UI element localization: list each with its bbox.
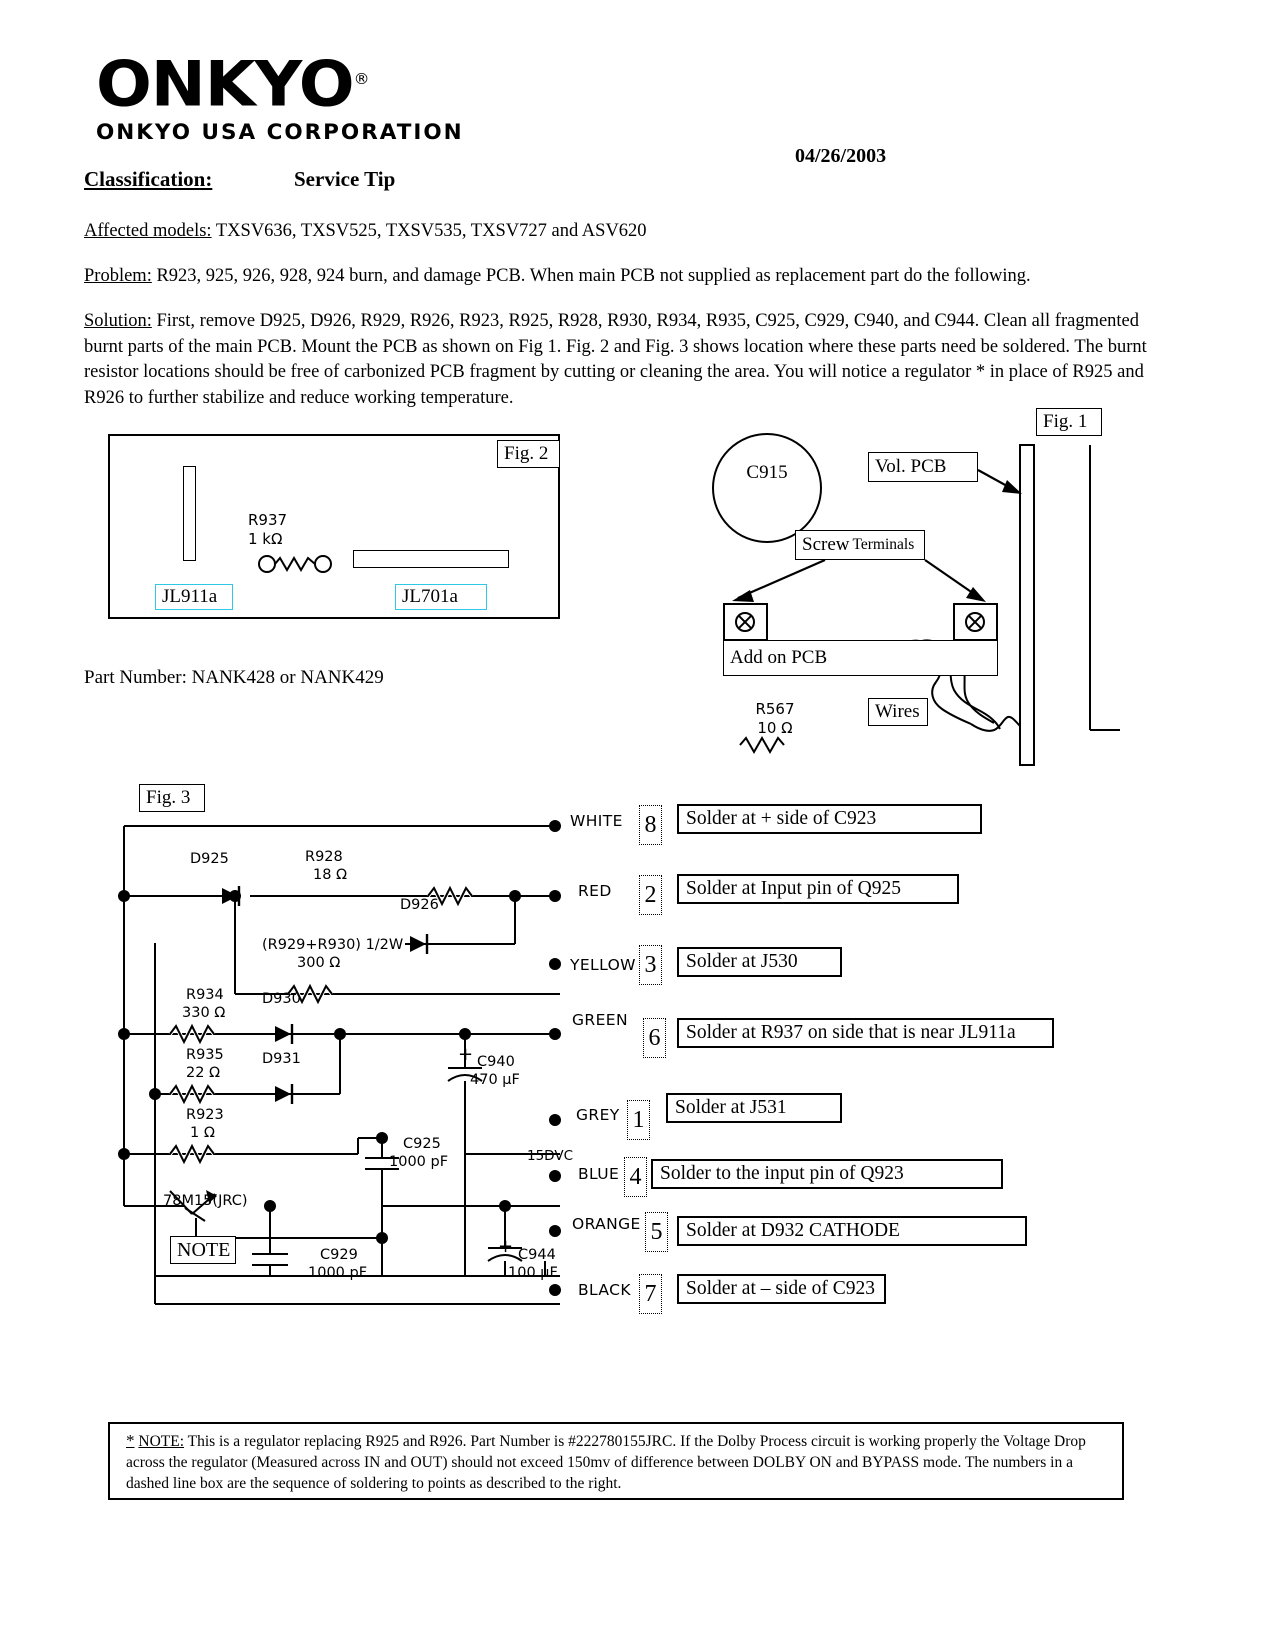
fig3-wire-label-green: GREEN bbox=[572, 1011, 628, 1029]
fig3-sequence-box-green: 6 bbox=[643, 1018, 666, 1058]
fig3-label-r928-value: 18 Ω bbox=[313, 867, 348, 883]
fig3-wire-label-white: WHITE bbox=[570, 812, 623, 830]
fig3-sequence-box-white: 8 bbox=[639, 805, 662, 845]
fig1-r567-value: 10 Ω bbox=[757, 719, 793, 737]
fig3-note-tag: NOTE bbox=[170, 1236, 236, 1264]
fig3-label-r923-value: 1 Ω bbox=[190, 1125, 215, 1141]
screw-terminals-main: Screw bbox=[802, 534, 850, 555]
fig3-label-r935-value: 22 Ω bbox=[186, 1065, 221, 1081]
fig3-label-r929r930: (R929+R930) 1/2W bbox=[262, 937, 404, 953]
fig1-vol-pcb-callout: Vol. PCB bbox=[868, 452, 978, 482]
classification-row: Classification: Service Tip bbox=[84, 167, 395, 192]
fig3-c940-polarity-icon: + bbox=[458, 1044, 474, 1065]
fig2-r937-label: R937 1 kΩ bbox=[248, 511, 368, 549]
fig3-label-r935: R935 bbox=[186, 1047, 224, 1063]
fig3-sequence-box-black: 7 bbox=[639, 1274, 662, 1314]
fig1-screw-terminal-left bbox=[723, 603, 768, 641]
fig3-sequence-box-orange: 5 bbox=[645, 1212, 668, 1252]
affected-models-paragraph: Affected models: TXSV636, TXSV525, TXSV5… bbox=[84, 219, 1184, 245]
footnote-label: NOTE: bbox=[138, 1433, 185, 1450]
fig2-connector-block-horizontal bbox=[353, 550, 509, 568]
fig3-instruction-white: Solder at + side of C923 bbox=[677, 804, 982, 834]
fig3-label-c925-value: 1000 pF bbox=[389, 1154, 449, 1170]
fig3-label-d930: D930 bbox=[262, 991, 301, 1007]
fig3-wire-label-orange: ORANGE bbox=[572, 1215, 641, 1233]
fig3-instruction-orange: Solder at D932 CATHODE bbox=[677, 1216, 1027, 1246]
logo-wordmark: ONKYO® bbox=[96, 47, 370, 121]
classification-value: Service Tip bbox=[294, 167, 396, 191]
fig3-wire-label-blue: BLUE bbox=[578, 1165, 620, 1183]
fig2-r937-value: 1 kΩ bbox=[248, 530, 283, 548]
affected-models-label: Affected models: bbox=[84, 221, 212, 241]
fig3-label-r923: R923 bbox=[186, 1107, 224, 1123]
fig3-label-r929r930-value: 300 Ω bbox=[297, 955, 341, 971]
footnote-text: * NOTE: This is a regulator replacing R9… bbox=[126, 1430, 1106, 1494]
fig3-label-c925: C925 bbox=[403, 1136, 441, 1152]
fig3-sequence-box-grey: 1 bbox=[627, 1100, 650, 1140]
problem-text: R923, 925, 926, 928, 924 burn, and damag… bbox=[151, 266, 1031, 286]
fig1-screw-terminals-callout: Screw Terminals bbox=[795, 530, 925, 560]
fig3-label-c929-value: 1000 pF bbox=[308, 1265, 368, 1281]
fig3-label-d931: D931 bbox=[262, 1051, 301, 1067]
fig3-instruction-green: Solder at R937 on side that is near JL91… bbox=[677, 1018, 1054, 1048]
fig3-sequence-box-yellow: 3 bbox=[639, 945, 662, 985]
fig2-r937-name: R937 bbox=[248, 511, 288, 529]
fig1-chassis-rail bbox=[1019, 444, 1035, 766]
logo-subtitle: ONKYO USA CORPORATION bbox=[96, 119, 464, 145]
screw-cross-icon bbox=[965, 612, 985, 632]
fig3-instruction-grey: Solder at J531 bbox=[666, 1093, 842, 1123]
fig3-wire-label-black: BLACK bbox=[578, 1281, 631, 1299]
onkyo-logo: ONKYO® ONKYO USA CORPORATION bbox=[96, 48, 464, 145]
part-number-line: Part Number: NANK428 or NANK429 bbox=[84, 667, 384, 688]
fig3-label-c929: C929 bbox=[320, 1247, 358, 1263]
service-tip-document: ONKYO® ONKYO USA CORPORATION 04/26/2003 … bbox=[0, 0, 1275, 1651]
fig3-wire-label-grey: GREY bbox=[576, 1106, 620, 1124]
fig3-label-r928: R928 bbox=[305, 849, 343, 865]
fig3-label-c940: C940 bbox=[477, 1054, 515, 1070]
fig3-label-d925: D925 bbox=[190, 851, 229, 867]
fig2-tag: Fig. 2 bbox=[497, 440, 560, 468]
fig3-wire-terminal-dots bbox=[549, 820, 561, 1296]
footnote-body: This is a regulator replacing R925 and R… bbox=[126, 1433, 1086, 1492]
fig2-jl911a-label: JL911a bbox=[155, 584, 233, 610]
registered-trademark-icon: ® bbox=[353, 70, 370, 88]
fig1-c915-circle-icon bbox=[712, 433, 822, 543]
fig3-label-r934: R934 bbox=[186, 987, 224, 1003]
solution-paragraph: Solution: First, remove D925, D926, R929… bbox=[84, 309, 1177, 411]
solution-label: Solution: bbox=[84, 311, 152, 331]
fig1-c915-label: C915 bbox=[746, 462, 788, 483]
fig1-r567-name: R567 bbox=[755, 700, 795, 718]
classification-label: Classification: bbox=[84, 167, 213, 191]
footnote-star: * bbox=[126, 1431, 135, 1450]
problem-paragraph: Problem: R923, 925, 926, 928, 924 burn, … bbox=[84, 264, 1194, 290]
screw-cross-icon bbox=[735, 612, 755, 632]
solution-text: First, remove D925, D926, R929, R926, R9… bbox=[84, 311, 1147, 408]
fig2-resistor-symbol-icon bbox=[258, 555, 332, 573]
fig3-c944-polarity-icon: + bbox=[498, 1236, 514, 1257]
fig1-r567-symbol-icon bbox=[739, 735, 785, 755]
fig3-wire-label-red: RED bbox=[578, 882, 612, 900]
fig3-label-d926: D926 bbox=[400, 897, 439, 913]
fig3-label-r934-value: 330 Ω bbox=[182, 1005, 226, 1021]
fig3-instruction-yellow: Solder at J530 bbox=[677, 947, 842, 977]
affected-models-text: TXSV636, TXSV525, TXSV535, TXSV727 and A… bbox=[211, 221, 647, 241]
fig3-sequence-box-blue: 4 bbox=[624, 1157, 647, 1197]
document-date: 04/26/2003 bbox=[795, 145, 887, 167]
fig3-label-c940-value: 470 µF bbox=[470, 1072, 520, 1088]
fig3-sequence-box-red: 2 bbox=[639, 875, 662, 915]
problem-label: Problem: bbox=[84, 266, 152, 286]
fig1-r567-label: R567 10 Ω bbox=[735, 700, 815, 738]
fig1-add-on-pcb-box: Add on PCB bbox=[723, 640, 998, 676]
fig3-instruction-red: Solder at Input pin of Q925 bbox=[677, 874, 959, 904]
fig2-jl701a-label: JL701a bbox=[395, 584, 487, 610]
fig3-label-78m15: 78M15(JRC) bbox=[163, 1193, 248, 1209]
fig2-connector-block-vertical bbox=[183, 466, 196, 561]
fig1-screw-terminal-right bbox=[953, 603, 998, 641]
fig3-instruction-blue: Solder to the input pin of Q923 bbox=[651, 1159, 1003, 1189]
screw-terminals-sub: Terminals bbox=[852, 536, 915, 553]
fig3-wire-label-yellow: YELLOW bbox=[570, 956, 636, 974]
fig3-instruction-black: Solder at – side of C923 bbox=[677, 1274, 886, 1304]
fig1-wires-callout: Wires bbox=[868, 698, 928, 726]
